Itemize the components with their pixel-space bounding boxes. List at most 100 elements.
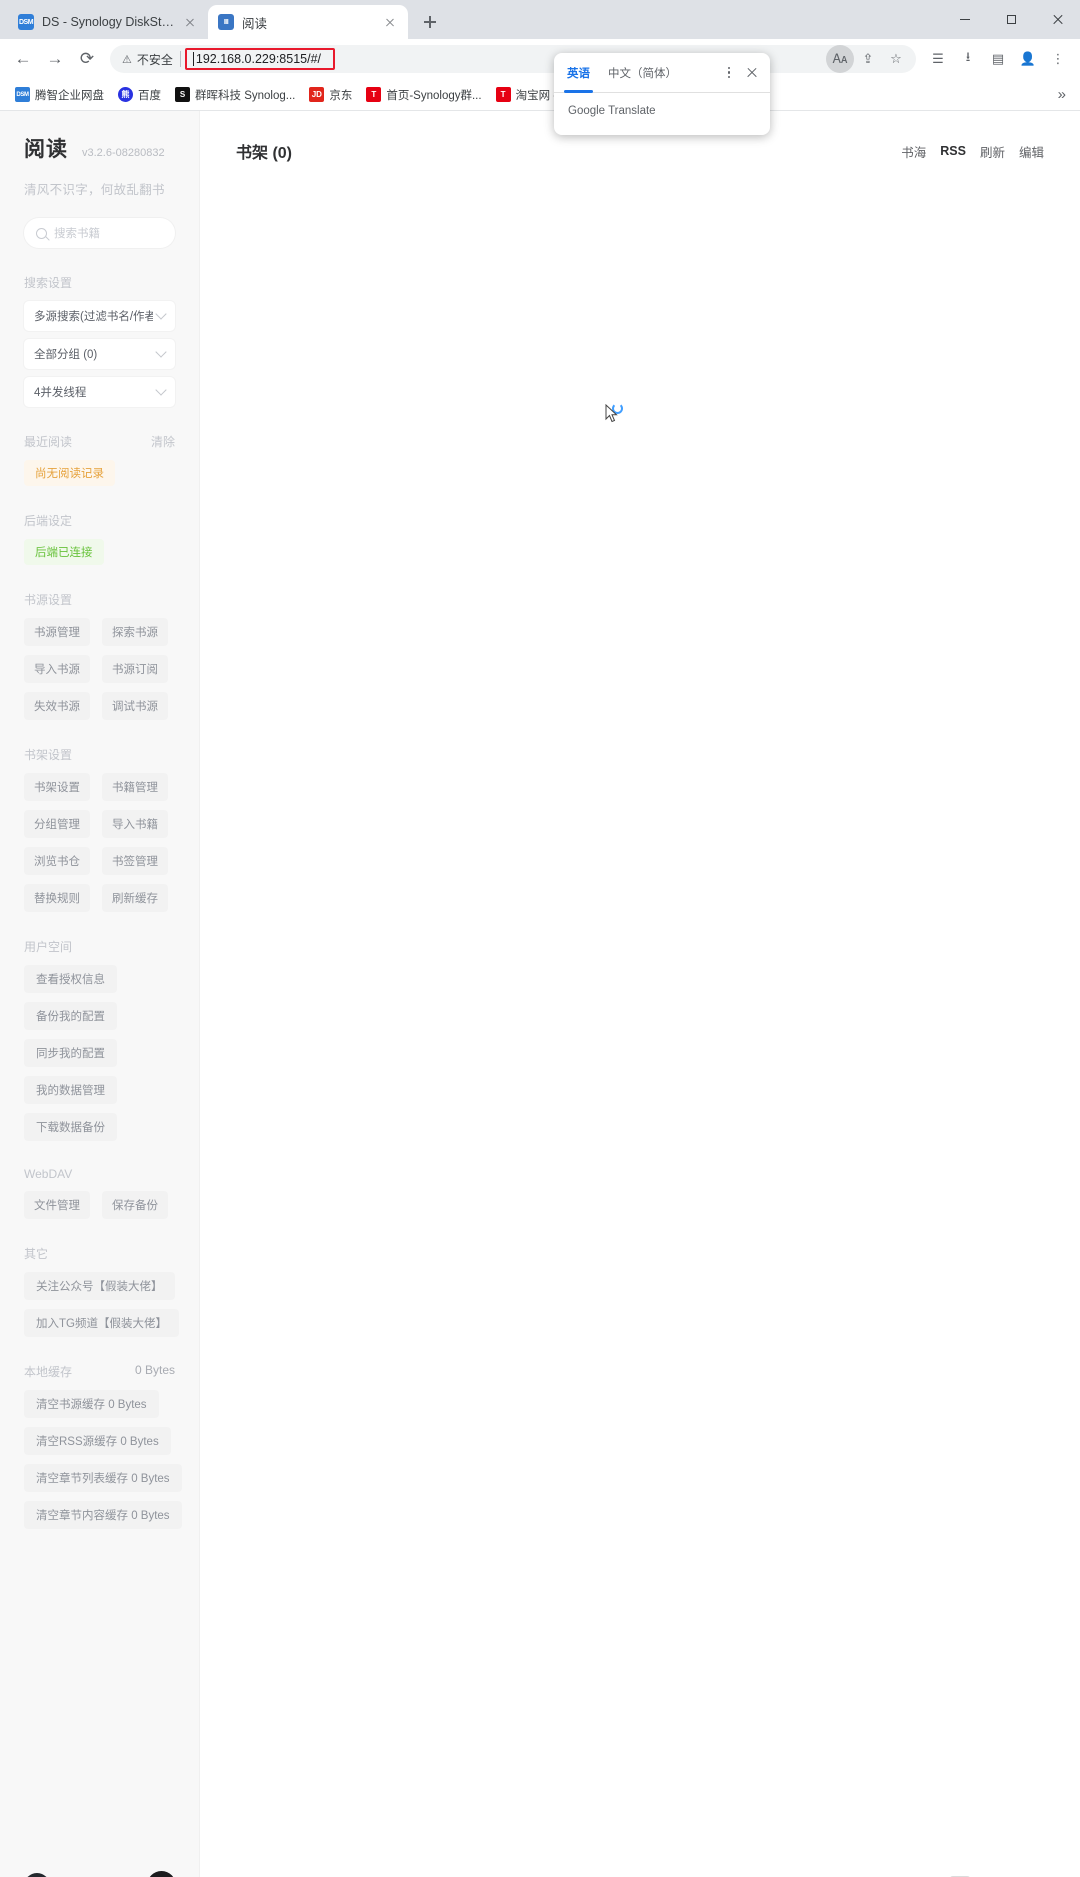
translate-tab-target[interactable]: 中文（简体） bbox=[599, 53, 686, 93]
tab-strip: DSM DS - Synology DiskStation III 阅读 bbox=[0, 0, 1080, 39]
search-mode-select[interactable]: 多源搜索(过滤书名/作者名) bbox=[24, 301, 175, 331]
group-filter-select[interactable]: 全部分组 (0) bbox=[24, 339, 175, 369]
main-header: 书架 (0) 书海 RSS 刷新 编辑 bbox=[236, 139, 1044, 163]
refresh-cache-button[interactable]: 刷新缓存 bbox=[102, 884, 168, 912]
kebab-menu-icon[interactable] bbox=[718, 62, 740, 84]
window-controls bbox=[942, 0, 1080, 39]
clear-recent-button[interactable]: 清除 bbox=[151, 433, 175, 450]
group-manage-button[interactable]: 分组管理 bbox=[24, 810, 90, 838]
tab-close-icon[interactable] bbox=[382, 14, 398, 30]
moon-icon[interactable]: ☾ bbox=[147, 1871, 176, 1877]
jd-icon: JD bbox=[309, 87, 325, 102]
browser-tab-0[interactable]: DSM DS - Synology DiskStation bbox=[8, 5, 208, 39]
search-placeholder: 搜索书籍 bbox=[54, 228, 100, 240]
extensions-icon[interactable]: ▤ bbox=[984, 45, 1012, 73]
webdav-file-manage-button[interactable]: 文件管理 bbox=[24, 1191, 90, 1219]
download-backup-button[interactable]: 下载数据备份 bbox=[24, 1113, 117, 1141]
webdav-save-backup-button[interactable]: 保存备份 bbox=[102, 1191, 168, 1219]
bookmark-item[interactable]: T 首页-Synology群... bbox=[359, 84, 488, 106]
browser-tab-1[interactable]: III 阅读 bbox=[208, 5, 408, 39]
browser-chrome: DSM DS - Synology DiskStation III 阅读 ← →… bbox=[0, 0, 1080, 111]
synology-icon: S bbox=[175, 87, 190, 102]
chevron-down-icon bbox=[155, 384, 167, 396]
bookmarks-overflow-button[interactable]: » bbox=[1052, 86, 1072, 103]
download-icon[interactable]: ⭳ bbox=[954, 45, 982, 73]
reload-button[interactable]: ⟳ bbox=[72, 44, 102, 74]
bookmark-item[interactable]: DSM 腾智企业网盘 bbox=[8, 84, 111, 106]
profile-icon[interactable]: 👤 bbox=[1014, 45, 1042, 73]
forward-button[interactable]: → bbox=[40, 44, 70, 74]
follow-wechat-button[interactable]: 关注公众号【假装大佬】 bbox=[24, 1272, 175, 1300]
book-manage-button[interactable]: 书籍管理 bbox=[102, 773, 168, 801]
minimize-button[interactable] bbox=[942, 4, 988, 36]
my-data-manage-button[interactable]: 我的数据管理 bbox=[24, 1076, 117, 1104]
bookmark-item[interactable]: JD 京东 bbox=[302, 84, 359, 106]
action-refresh[interactable]: 刷新 bbox=[980, 142, 1005, 161]
browser-toolbar: ← → ⟳ ⚠ 不安全 192.168.0.229:8515/#/ 🗛 ⇪ ☆ … bbox=[0, 39, 1080, 79]
sidebar-footer: ⌂ ☾ bbox=[0, 1871, 199, 1877]
replace-rules-button[interactable]: 替换规则 bbox=[24, 884, 90, 912]
book-source-subscribe-button[interactable]: 书源订阅 bbox=[102, 655, 168, 683]
app-title: 阅读 bbox=[24, 138, 68, 161]
dsm-icon: DSM bbox=[15, 87, 30, 102]
search-icon bbox=[36, 227, 47, 239]
bookmark-label: 腾智企业网盘 bbox=[35, 89, 104, 102]
address-bar[interactable]: ⚠ 不安全 192.168.0.229:8515/#/ 🗛 ⇪ ☆ bbox=[110, 45, 916, 73]
book-source-import-button[interactable]: 导入书源 bbox=[24, 655, 90, 683]
action-rss[interactable]: RSS bbox=[940, 144, 966, 158]
section-title: WebDAV bbox=[24, 1167, 73, 1181]
bookmark-item[interactable]: S 群晖科技 Synolog... bbox=[168, 84, 302, 106]
select-value: 4并发线程 bbox=[34, 387, 87, 399]
backend-status-badge[interactable]: 后端已连接 bbox=[24, 539, 104, 565]
sync-config-button[interactable]: 同步我的配置 bbox=[24, 1039, 117, 1067]
dsm-favicon-icon: DSM bbox=[18, 14, 34, 30]
translate-icon[interactable]: 🗛 bbox=[826, 45, 854, 73]
bookmark-star-icon[interactable]: ☆ bbox=[882, 45, 910, 73]
chrome-menu-icon[interactable]: ⋮ bbox=[1044, 45, 1072, 73]
action-edit[interactable]: 编辑 bbox=[1019, 142, 1044, 161]
book-source-debug-button[interactable]: 调试书源 bbox=[102, 692, 168, 720]
book-source-explore-button[interactable]: 探索书源 bbox=[102, 618, 168, 646]
new-tab-button[interactable] bbox=[416, 8, 444, 36]
bookmark-item[interactable]: 熊 百度 bbox=[111, 84, 168, 106]
section-title: 最近阅读 bbox=[24, 435, 73, 449]
section-label-webdav: WebDAV bbox=[24, 1167, 175, 1181]
main-content: 书架 (0) 书海 RSS 刷新 编辑 值 什么值得买 bbox=[200, 111, 1080, 1877]
import-book-button[interactable]: 导入书籍 bbox=[102, 810, 168, 838]
tab-title: DS - Synology DiskStation bbox=[42, 15, 174, 29]
back-button[interactable]: ← bbox=[8, 44, 38, 74]
section-label-book-source: 书源设置 bbox=[24, 591, 175, 608]
app-version: v3.2.6-08280832 bbox=[82, 147, 165, 159]
thread-count-select[interactable]: 4并发线程 bbox=[24, 377, 175, 407]
github-icon[interactable]: ⌂ bbox=[24, 1872, 50, 1877]
action-book-sea[interactable]: 书海 bbox=[901, 142, 926, 161]
book-source-invalid-button[interactable]: 失效书源 bbox=[24, 692, 90, 720]
join-telegram-button[interactable]: 加入TG频道【假装大佬】 bbox=[24, 1309, 179, 1337]
search-input[interactable]: 搜索书籍 bbox=[24, 218, 175, 248]
translate-tab-source[interactable]: 英语 bbox=[558, 53, 599, 93]
mouse-cursor bbox=[605, 404, 618, 423]
clear-chapter-list-cache-button[interactable]: 清空章节列表缓存 0 Bytes bbox=[24, 1464, 182, 1492]
clear-rss-cache-button[interactable]: 清空RSS源缓存 0 Bytes bbox=[24, 1427, 171, 1455]
text-caret bbox=[192, 52, 194, 66]
clear-chapter-content-cache-button[interactable]: 清空章节内容缓存 0 Bytes bbox=[24, 1501, 182, 1529]
view-auth-info-button[interactable]: 查看授权信息 bbox=[24, 965, 117, 993]
tab-close-icon[interactable] bbox=[182, 14, 198, 30]
book-source-manage-button[interactable]: 书源管理 bbox=[24, 618, 90, 646]
close-icon[interactable] bbox=[740, 61, 764, 85]
reading-list-icon[interactable]: ☰ bbox=[924, 45, 952, 73]
share-icon[interactable]: ⇪ bbox=[854, 45, 882, 73]
clear-book-source-cache-button[interactable]: 清空书源缓存 0 Bytes bbox=[24, 1390, 159, 1418]
url-input[interactable]: 192.168.0.229:8515/#/ bbox=[184, 48, 335, 70]
backup-config-button[interactable]: 备份我的配置 bbox=[24, 1002, 117, 1030]
chevron-down-icon bbox=[155, 346, 167, 358]
maximize-button[interactable] bbox=[988, 4, 1034, 36]
section-label-search-settings: 搜索设置 bbox=[24, 274, 175, 291]
bookmark-manage-button[interactable]: 书签管理 bbox=[102, 847, 168, 875]
close-window-button[interactable] bbox=[1034, 4, 1080, 36]
section-label-bookshelf: 书架设置 bbox=[24, 746, 175, 763]
bookshelf-settings-button[interactable]: 书架设置 bbox=[24, 773, 90, 801]
section-title: 本地缓存 bbox=[24, 1365, 73, 1379]
section-title: 搜索设置 bbox=[24, 276, 73, 290]
browse-library-button[interactable]: 浏览书仓 bbox=[24, 847, 90, 875]
